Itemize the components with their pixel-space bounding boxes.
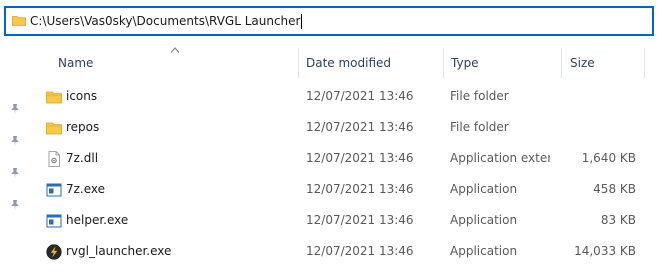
column-header-date-modified[interactable]: Date modified [306,48,391,78]
file-name: helper.exe [66,213,129,227]
file-type: File folder [450,120,509,134]
file-date-modified: 12/07/2021 13:46 [306,213,414,227]
column-header-name[interactable]: Name [58,48,93,78]
column-divider[interactable] [443,48,444,78]
file-type: Application [450,244,518,258]
file-size: 83 KB [600,213,636,227]
column-header-size[interactable]: Size [570,48,595,78]
folder-icon [46,91,62,104]
column-divider[interactable] [644,48,645,78]
file-size: 458 KB [593,182,636,196]
text-caret [301,13,303,29]
column-divider[interactable] [298,48,299,78]
file-date-modified: 12/07/2021 13:46 [306,244,414,258]
folder-icon [46,122,62,135]
file-type: File folder [450,89,509,103]
address-bar[interactable]: C:\Users\Vas0sky\Documents\RVGL Launcher [4,6,654,36]
file-date-modified: 12/07/2021 13:46 [306,182,414,196]
exe-app-icon [46,214,62,228]
file-row[interactable]: 7z.exe 12/07/2021 13:46 Application 458 … [0,174,662,205]
file-name: repos [66,120,100,134]
folder-icon [12,16,26,26]
file-name: icons [66,89,98,103]
file-size [560,81,636,112]
file-row[interactable]: icons 12/07/2021 13:46 File folder [0,81,662,112]
column-divider[interactable] [561,48,562,78]
file-row[interactable]: rvgl_launcher.exe 12/07/2021 13:46 Appli… [0,236,662,267]
rvgl-launcher-icon [46,244,62,260]
file-type: Application [450,182,518,196]
file-date-modified: 12/07/2021 13:46 [306,151,414,165]
file-type: Application [450,213,518,227]
file-size: 1,640 KB [581,151,636,165]
file-explorer-window: C:\Users\Vas0sky\Documents\RVGL Launcher… [0,0,662,276]
file-date-modified: 12/07/2021 13:46 [306,120,414,134]
file-row[interactable]: helper.exe 12/07/2021 13:46 Application … [0,205,662,236]
file-name: 7z.exe [66,182,106,196]
dll-file-icon [48,151,60,167]
column-header-type[interactable]: Type [451,48,479,78]
file-name: rvgl_launcher.exe [66,244,172,258]
file-row[interactable]: repos 12/07/2021 13:46 File folder [0,112,662,143]
file-name: 7z.dll [66,151,99,165]
address-path[interactable]: C:\Users\Vas0sky\Documents\RVGL Launcher [30,14,300,28]
file-date-modified: 12/07/2021 13:46 [306,89,414,103]
file-type: Application exten… [450,151,550,165]
exe-app-icon [46,183,62,197]
file-size: 14,033 KB [574,244,636,258]
file-row[interactable]: 7z.dll 12/07/2021 13:46 Application exte… [0,143,662,174]
column-header-row: Name Date modified Type Size [0,48,662,78]
file-size [560,112,636,143]
